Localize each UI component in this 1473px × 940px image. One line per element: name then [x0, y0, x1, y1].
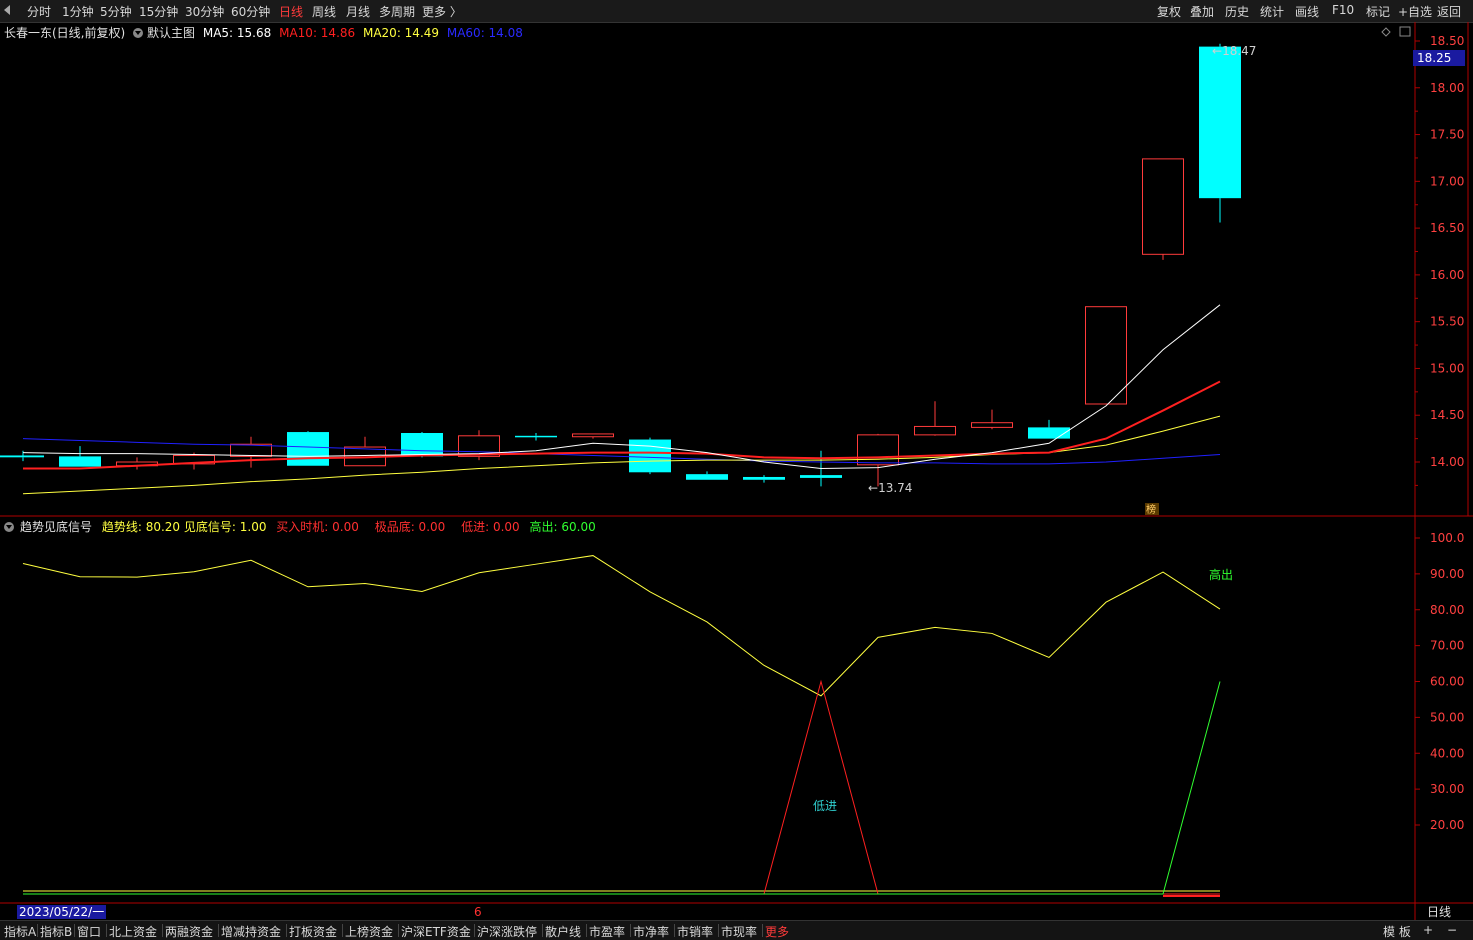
bottom-right-btn-1[interactable]: +: [1423, 923, 1433, 937]
bottom-tab-6[interactable]: 打板资金: [289, 923, 337, 940]
bottom-tab-7[interactable]: 上榜资金: [345, 923, 393, 940]
ind-tick-0: 100.0: [1430, 531, 1464, 545]
price-tick-3: 17.00: [1430, 174, 1464, 188]
price-tick-5: 16.00: [1430, 268, 1464, 282]
candle-body-14: [800, 475, 842, 478]
start-date-label: 2023/05/22/一: [17, 905, 107, 919]
trend-line: [22, 555, 1221, 697]
bottom-tab-9[interactable]: 沪深涨跌停: [477, 923, 537, 940]
candle-body-1: [59, 456, 101, 467]
ranking-badge: 榜: [1146, 503, 1156, 516]
high-exit-label: 高出: [1209, 567, 1233, 582]
candle-body-15: [857, 434, 899, 466]
ind-tick-2: 80.00: [1430, 603, 1464, 617]
candle-body-21: [1199, 46, 1241, 199]
candle-body-5: [287, 432, 329, 466]
bottom-tab-3[interactable]: 北上资金: [109, 923, 157, 940]
candle-body-13: [743, 476, 785, 480]
low-entry-label: 低进: [813, 799, 837, 813]
candle-body-17: [971, 422, 1013, 428]
price-tick-7: 15.00: [1430, 361, 1464, 375]
bottom-tab-1[interactable]: 指标B: [40, 923, 72, 940]
price-tick-6: 15.50: [1430, 315, 1464, 329]
candle-body-9: [515, 435, 557, 438]
bottom-tab-14[interactable]: 市现率: [721, 923, 757, 940]
month-marker: 6: [474, 905, 482, 919]
price-tick-0: 18.50: [1430, 34, 1464, 48]
candle-body-7: [401, 432, 443, 457]
candle-body-0: [0, 455, 44, 458]
price-tick-8: 14.50: [1430, 408, 1464, 422]
candle-body-10: [572, 433, 614, 438]
kline-chart[interactable]: 18.50 18.00 17.50 17.00 16.50 16.00 15.50 15.00…: [0, 0, 1473, 920]
price-tick-2: 17.50: [1430, 128, 1464, 142]
candle-body-20: [1142, 158, 1184, 255]
current-price-label: 18.25: [1417, 51, 1451, 65]
ind-tick-1: 90.00: [1430, 567, 1464, 581]
bottom-right-btn-0[interactable]: 模 板: [1383, 923, 1411, 940]
high-exit-line: [23, 681, 1221, 895]
bottom-tab-10[interactable]: 散户线: [545, 923, 581, 940]
bottom-right-btn-2[interactable]: −: [1447, 923, 1457, 937]
bottom-tab-15[interactable]: 更多: [765, 923, 789, 940]
candle-body-19: [1085, 306, 1127, 405]
candle-body-16: [914, 425, 956, 436]
candle-body-11: [629, 439, 671, 473]
bottom-tab-11[interactable]: 市盈率: [589, 923, 625, 940]
bottom-tab-13[interactable]: 市销率: [677, 923, 713, 940]
bottom-tab-2[interactable]: 窗口: [77, 923, 101, 940]
bottom-tab-5[interactable]: 增减持资金: [221, 923, 281, 940]
candle-body-18: [1028, 427, 1070, 439]
ind-tick-4: 60.00: [1430, 675, 1464, 689]
price-tick-1: 18.00: [1430, 81, 1464, 95]
bottom-tab-8[interactable]: 沪深ETF资金: [401, 923, 471, 940]
low-entry-line: [23, 679, 1220, 895]
low-price-label: ←13.74: [868, 481, 912, 495]
ind-tick-3: 70.00: [1430, 639, 1464, 653]
period-label: 日线: [1427, 905, 1452, 919]
ind-tick-6: 40.00: [1430, 746, 1464, 760]
ind-tick-5: 50.00: [1430, 710, 1464, 724]
ind-tick-7: 30.00: [1430, 782, 1464, 796]
price-tick-9: 14.00: [1430, 455, 1464, 469]
candle-body-12: [686, 474, 728, 480]
bottom-tab-12[interactable]: 市净率: [633, 923, 669, 940]
ind-tick-8: 20.00: [1430, 818, 1464, 832]
price-tick-4: 16.50: [1430, 221, 1464, 235]
chart-corner-icons[interactable]: [1381, 26, 1411, 37]
bottom-tab-4[interactable]: 两融资金: [165, 923, 213, 940]
indicator-tab-bar: 指标A 指标B 窗口 北上资金 两融资金 增减持资金 打板资金 上榜资金 沪深ETF资金 沪深涨跌…: [0, 920, 1473, 940]
high-price-label: ←18.47: [1212, 44, 1256, 58]
bottom-tab-0[interactable]: 指标A: [4, 923, 36, 940]
